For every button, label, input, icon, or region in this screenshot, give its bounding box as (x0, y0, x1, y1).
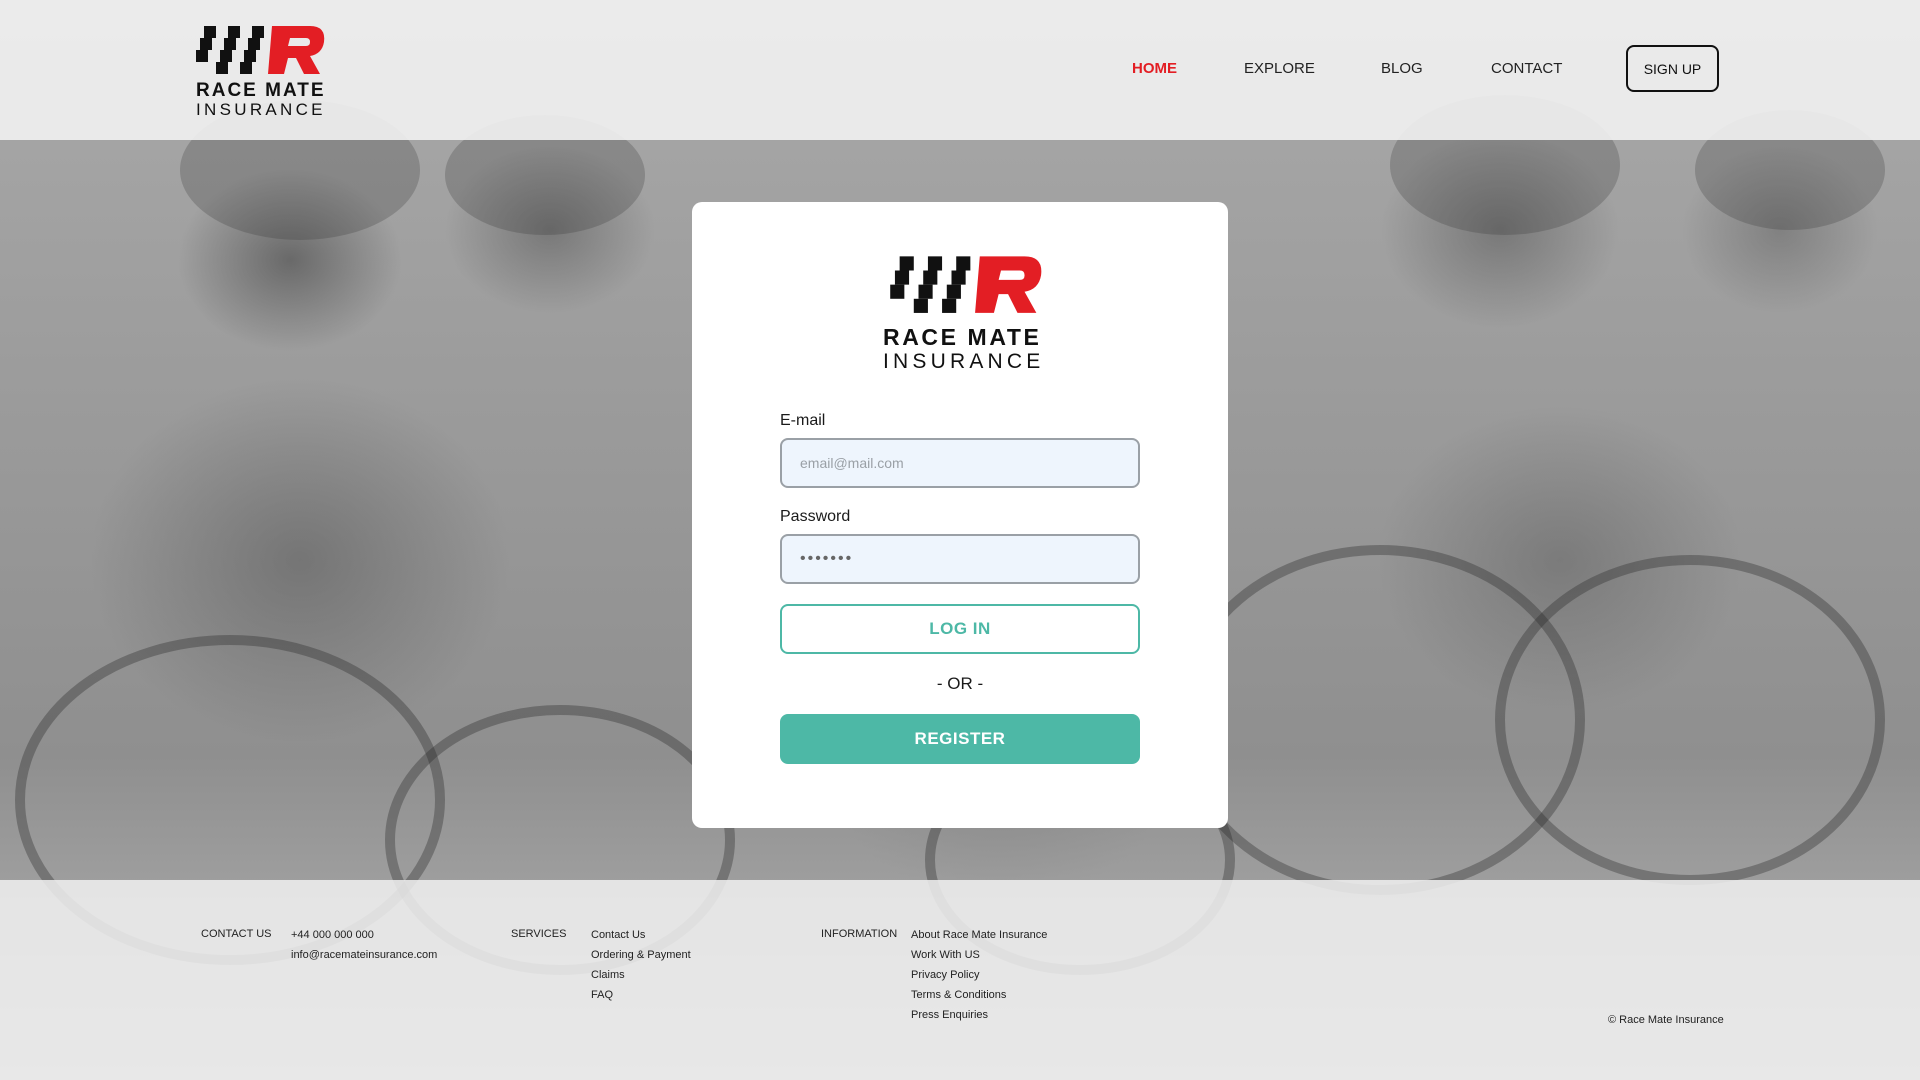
footer-services-heading: SERVICES (511, 928, 567, 940)
nav-blog[interactable]: BLOG (1381, 60, 1423, 77)
password-input[interactable] (780, 534, 1140, 584)
email-label: E-mail (780, 412, 826, 429)
footer-link-privacy-policy[interactable]: Privacy Policy (911, 969, 979, 981)
nav-explore[interactable]: EXPLORE (1244, 60, 1315, 77)
footer-contact-list: +44 000 000 000 info@racemateinsurance.c… (291, 928, 437, 968)
footer-link-press-enquiries[interactable]: Press Enquiries (911, 1009, 988, 1021)
footer-information-list: About Race Mate Insurance Work With US P… (911, 928, 1047, 1028)
footer-phone: +44 000 000 000 (291, 929, 374, 941)
brand-subtitle: INSURANCE (196, 100, 326, 119)
checkered-flag-r-icon (890, 256, 1042, 313)
login-card: RACE MATE INSURANCE E-mail Password LOG … (692, 202, 1228, 828)
checkered-flag-r-icon (196, 26, 325, 74)
brand-subtitle: INSURANCE (883, 350, 1045, 373)
or-divider: - OR - (936, 674, 984, 693)
site-header: RACE MATE INSURANCE HOME EXPLORE BLOG CO… (0, 0, 1920, 140)
footer-link-ordering-payment[interactable]: Ordering & Payment (591, 949, 691, 961)
footer-link-claims[interactable]: Claims (591, 969, 625, 981)
sign-up-button[interactable]: SIGN UP (1626, 45, 1719, 92)
nav-contact[interactable]: CONTACT (1491, 60, 1562, 77)
footer-link-terms-conditions[interactable]: Terms & Conditions (911, 989, 1006, 1001)
footer-email[interactable]: info@racemateinsurance.com (291, 948, 437, 968)
brand-name: RACE MATE (883, 324, 1042, 350)
footer-services-list: Contact Us Ordering & Payment Claims FAQ (591, 928, 691, 1008)
footer-link-faq[interactable]: FAQ (591, 989, 613, 1001)
email-input[interactable] (780, 438, 1140, 488)
password-label: Password (780, 508, 851, 525)
footer-contact-heading: CONTACT US (201, 928, 272, 940)
copyright-text: © Race Mate Insurance (1608, 1014, 1724, 1026)
footer-link-about[interactable]: About Race Mate Insurance (911, 929, 1047, 941)
register-button[interactable]: REGISTER (780, 714, 1140, 764)
footer-link-work-with-us[interactable]: Work With US (911, 949, 980, 961)
card-logo: RACE MATE INSURANCE (883, 254, 1053, 374)
site-footer: CONTACT US +44 000 000 000 info@racemate… (0, 880, 1920, 1080)
brand-name: RACE MATE (196, 80, 326, 101)
log-in-button[interactable]: LOG IN (780, 604, 1140, 654)
header-logo[interactable]: RACE MATE INSURANCE (196, 24, 336, 120)
footer-link-contact-us[interactable]: Contact Us (591, 929, 645, 941)
footer-information-heading: INFORMATION (821, 928, 898, 940)
nav-home[interactable]: HOME (1132, 60, 1177, 77)
